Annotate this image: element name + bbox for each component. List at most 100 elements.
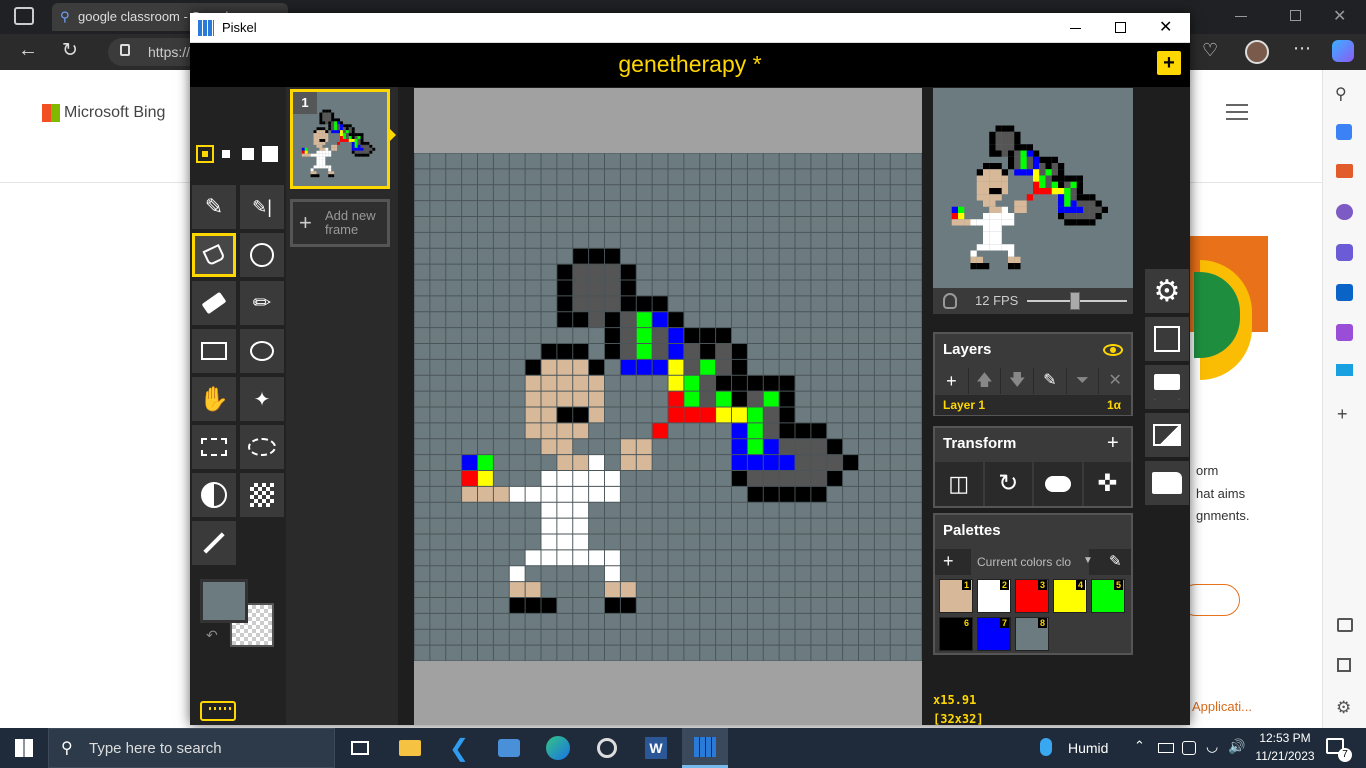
palette-swatch[interactable]: 5 [1091, 579, 1125, 613]
briefcase-icon[interactable] [1336, 164, 1353, 178]
media-player-icon[interactable] [493, 732, 525, 764]
chevron-up-icon[interactable]: ⌃ [1134, 738, 1145, 754]
toggle-layer-preview-icon[interactable] [1103, 344, 1123, 356]
menu-icon[interactable] [1226, 104, 1248, 120]
file-name[interactable]: genetherapy * [190, 51, 1190, 78]
palette-swatch[interactable]: 2 [977, 579, 1011, 613]
lasso-selection-tool[interactable] [240, 425, 284, 469]
palette-select[interactable]: Current colors clo [971, 549, 1089, 575]
refresh-icon[interactable]: ↻ [62, 39, 78, 62]
window-close-icon[interactable]: ✕ [1333, 6, 1346, 26]
move-tool[interactable]: ✋ [192, 377, 236, 421]
frame-thumbnail[interactable]: 1 [290, 89, 390, 189]
sidebar-toggle-icon[interactable] [1337, 618, 1353, 632]
pen-size-1[interactable] [196, 145, 214, 163]
eraser-tool[interactable] [192, 281, 236, 325]
minimize-icon[interactable] [1070, 28, 1081, 29]
mirror-pen-tool[interactable]: ✎| [240, 185, 284, 229]
rotate-icon[interactable]: ↻ [984, 462, 1032, 506]
rectangle-tool[interactable] [192, 329, 236, 373]
piskel-taskbar-button[interactable] [682, 728, 728, 768]
settings-icon[interactable]: ⚙ [1336, 698, 1351, 718]
taskbar-search-box[interactable]: ⚲ Type here to search [48, 728, 335, 768]
tab-actions-icon[interactable] [14, 7, 34, 25]
layer-item[interactable]: Layer 1 1α [935, 395, 1131, 415]
meet-icon[interactable] [1182, 741, 1196, 755]
volume-icon[interactable]: 🔊 [1228, 738, 1245, 755]
start-button[interactable] [8, 732, 40, 764]
add-palette-button[interactable]: + [943, 551, 954, 572]
settings-button[interactable]: ⚙ [1145, 269, 1189, 313]
save-button[interactable] [1145, 365, 1189, 409]
fps-slider-thumb[interactable] [1070, 292, 1081, 310]
paint-same-color-tool[interactable] [240, 233, 284, 277]
more-icon[interactable]: ⋯ [1293, 38, 1311, 59]
battery-icon[interactable] [1158, 743, 1174, 753]
weather-label[interactable]: Humid [1068, 740, 1108, 756]
m365-icon[interactable] [1336, 244, 1353, 261]
palette-swatch[interactable]: 7 [977, 617, 1011, 651]
drawing-area[interactable] [414, 88, 922, 725]
palette-swatch[interactable]: 4 [1053, 579, 1087, 613]
edge-icon[interactable] [542, 732, 574, 764]
swap-colors-icon[interactable]: ↶ [206, 627, 218, 644]
flip-icon[interactable]: ◫ [935, 462, 983, 506]
window-restore-icon[interactable] [1290, 10, 1301, 21]
outlook-icon[interactable] [1336, 284, 1353, 301]
back-icon[interactable]: ← [18, 39, 38, 62]
chatgpt-icon[interactable] [591, 732, 623, 764]
heart-icon[interactable]: ♡ [1202, 40, 1218, 61]
rename-layer-button[interactable]: ✎ [1034, 368, 1066, 394]
layer-opacity[interactable]: 1α [1107, 398, 1121, 412]
window-minimize-icon[interactable] [1235, 16, 1247, 17]
shape-selection-tool[interactable]: ✦ [240, 377, 284, 421]
move-layer-down-button[interactable]: 🡇 [1001, 368, 1033, 394]
add-icon[interactable]: + [1337, 404, 1348, 425]
palette-swatch[interactable]: 8 [1015, 617, 1049, 651]
file-explorer-icon[interactable] [394, 732, 426, 764]
designer-icon[interactable] [1336, 324, 1353, 341]
new-sprite-button[interactable]: + [1157, 51, 1181, 75]
transform-more-icon[interactable]: + [1107, 432, 1119, 455]
palette-swatch[interactable]: 3 [1015, 579, 1049, 613]
pen-size-2[interactable] [219, 147, 233, 161]
add-frame-button[interactable]: + Add new frame [290, 199, 390, 247]
palette-swatch[interactable]: 1 [939, 579, 973, 613]
address-field[interactable]: https:// [108, 38, 198, 66]
maximize-icon[interactable] [1115, 22, 1126, 33]
pen-size-3[interactable] [240, 146, 256, 162]
add-layer-button[interactable]: + [935, 368, 968, 394]
task-view-icon[interactable] [344, 732, 376, 764]
bing-label[interactable]: Microsoft Bing [64, 104, 165, 122]
word-icon[interactable]: W [640, 732, 672, 764]
chevron-down-icon[interactable]: ▼ [1083, 555, 1093, 566]
vscode-icon[interactable]: ❮ [443, 732, 475, 764]
align-center-icon[interactable]: ✜ [1083, 462, 1131, 506]
move-layer-up-button[interactable]: 🡅 [968, 368, 1001, 394]
page-link[interactable]: Applicati... [1192, 699, 1252, 714]
circle-tool[interactable] [240, 329, 284, 373]
import-button[interactable] [1145, 461, 1189, 505]
tag-icon[interactable] [1336, 124, 1352, 140]
paint-bucket-tool[interactable] [192, 233, 236, 277]
clone-sheep-icon[interactable] [1034, 462, 1082, 506]
dithering-tool[interactable] [240, 473, 284, 517]
onion-skin-icon[interactable] [943, 293, 957, 309]
search-icon[interactable]: ⚲ [1335, 84, 1347, 104]
keyboard-shortcuts-icon[interactable] [200, 701, 236, 721]
close-icon[interactable]: ✕ [1159, 17, 1172, 37]
pen-size-4[interactable] [261, 145, 279, 163]
color-picker-tool[interactable] [192, 521, 236, 565]
export-button[interactable] [1145, 413, 1189, 457]
copilot-icon[interactable] [1332, 40, 1354, 62]
avatar[interactable] [1245, 40, 1269, 64]
lighten-tool[interactable] [192, 473, 236, 517]
clock-time[interactable]: 12:53 PM [1250, 731, 1320, 745]
clock-date[interactable]: 11/21/2023 [1250, 749, 1320, 763]
external-link-icon[interactable] [1337, 658, 1351, 672]
edit-palette-icon[interactable]: ✎ [1109, 552, 1122, 570]
merge-layer-button[interactable]: ⏷ [1066, 368, 1099, 394]
pen-tool[interactable]: ✎ [192, 185, 236, 229]
primary-color-swatch[interactable] [200, 579, 248, 623]
wifi-icon[interactable]: ◡ [1206, 738, 1218, 755]
